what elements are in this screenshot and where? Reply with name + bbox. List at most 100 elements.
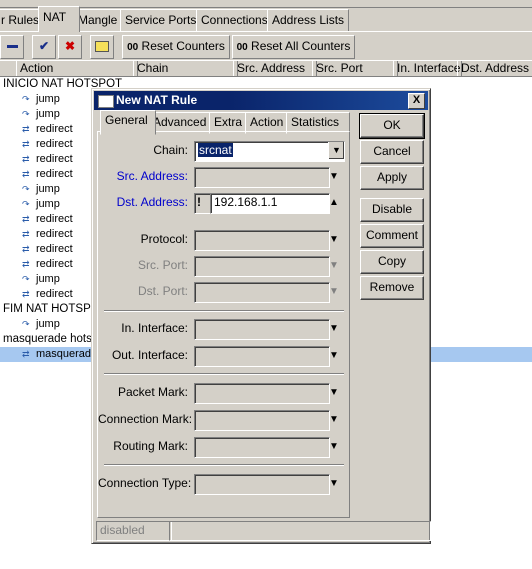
jump-icon: ↷ [22,274,30,284]
dst-address-input[interactable]: 192.168.1.1 [210,193,330,214]
ok-button[interactable]: OK [359,113,425,139]
divider [104,464,344,466]
expand-down-icon[interactable]: ▼ [328,383,340,402]
counter-icon: 00 [236,42,248,53]
row-action: jump [36,198,60,210]
column-src-address[interactable]: Src. Address [233,61,317,76]
collapse-up-icon[interactable]: ▲ [328,193,340,212]
src-port-input [194,256,330,277]
connection-type-input[interactable] [194,474,330,495]
tab-general[interactable]: General [100,110,156,135]
protocol-input[interactable] [194,230,330,251]
expand-down-icon[interactable]: ▼ [328,410,340,429]
src-port-label: Src. Port: [137,258,188,272]
dialog-title-bar[interactable]: New NAT Rule X [94,91,428,110]
redirect-icon: ⇄ [22,289,30,299]
close-icon[interactable]: X [408,93,425,109]
redirect-icon: ⇄ [22,169,30,179]
row-action: redirect [36,153,73,165]
comment-rule-button[interactable]: Comment [360,224,424,248]
toolbar: ✔ ✖ 00 Reset Counters 00 Reset All Count… [0,31,532,60]
column-chain[interactable]: Chain [133,61,238,76]
disable-rule-button[interactable]: Disable [360,198,424,222]
comment-button[interactable] [90,35,114,59]
row-comment: FIM NAT HOTSPO [3,303,100,315]
in-interface-input[interactable] [194,319,330,340]
row-action: redirect [36,138,73,150]
redirect-icon: ⇄ [22,154,30,164]
jump-icon: ↷ [22,319,30,329]
counter-icon: 00 [127,42,139,53]
redirect-icon: ⇄ [22,229,30,239]
reset-counters-label: Reset Counters [141,39,225,53]
remove-rule-button[interactable] [0,35,24,59]
column-dst-address[interactable]: Dst. Address [457,61,532,76]
out-interface-input[interactable] [194,346,330,367]
minus-icon [6,45,18,49]
row-action: jump [36,108,60,120]
rules-table-header: Action Chain Src. Address Src. Port In. … [0,61,532,77]
expand-down-icon[interactable]: ▼ [328,346,340,365]
redirect-icon: ⇄ [22,349,30,359]
apply-button[interactable]: Apply [360,166,424,190]
column-action[interactable]: Action [16,61,138,76]
status-field [169,521,431,541]
reset-all-counters-label: Reset All Counters [251,39,351,53]
redirect-icon: ⇄ [22,259,30,269]
tab-nat[interactable]: NAT [38,6,80,32]
row-action: redirect [36,228,73,240]
row-action: masquerade [36,348,98,360]
row-action: redirect [36,168,73,180]
routing-mark-input[interactable] [194,437,330,458]
column-in-interface[interactable]: In. Interface [393,61,462,76]
expand-down-icon[interactable]: ▼ [328,474,340,493]
dialog-title: New NAT Rule [116,93,198,107]
copy-button[interactable]: Copy [360,250,424,274]
expand-down-icon[interactable]: ▼ [328,437,340,456]
expand-down-icon[interactable]: ▼ [328,167,340,186]
connection-mark-input[interactable] [194,410,330,431]
window-icon [98,95,114,108]
src-address-input[interactable] [194,167,330,188]
redirect-icon: ⇄ [22,214,30,224]
expand-down-icon[interactable]: ▼ [328,319,340,338]
protocol-label: Protocol: [140,232,188,246]
remove-button[interactable]: Remove [360,276,424,300]
chevron-down-icon[interactable]: ▼ [328,142,344,159]
enable-button[interactable]: ✔ [32,35,56,59]
row-action: jump [36,183,60,195]
jump-icon: ↷ [22,199,30,209]
reset-all-counters-button[interactable]: 00 Reset All Counters [232,35,355,59]
cancel-button[interactable]: Cancel [360,140,424,164]
disable-button[interactable]: ✖ [58,35,82,59]
row-action: jump [36,93,60,105]
dst-address-label[interactable]: Dst. Address: [98,193,188,212]
row-action: redirect [36,288,73,300]
tab-connections[interactable]: Connections [196,9,275,31]
divider [104,310,344,312]
redirect-icon: ⇄ [22,244,30,254]
row-action: redirect [36,243,73,255]
divider [104,373,344,375]
packet-mark-input[interactable] [194,383,330,404]
tab-service-ports[interactable]: Service Ports [120,9,204,31]
routing-mark-label: Routing Mark: [113,439,188,453]
expand-down-icon: ▼ [329,286,339,297]
chain-value: srcnat [198,143,233,157]
jump-icon: ↷ [22,109,30,119]
reset-counters-button[interactable]: 00 Reset Counters [122,35,230,59]
row-comment: masquerade hotsp [3,333,99,345]
row-action: redirect [36,213,73,225]
jump-icon: ↷ [22,184,30,194]
redirect-icon: ⇄ [22,139,30,149]
column-src-port[interactable]: Src. Port [312,61,398,76]
chain-select[interactable]: srcnat ▼ [194,141,345,162]
jump-icon: ↷ [22,94,30,104]
tab-address-lists[interactable]: Address Lists [267,9,349,31]
row-action: redirect [36,123,73,135]
in-interface-label: In. Interface: [121,321,188,335]
src-address-label[interactable]: Src. Address: [98,167,188,186]
expand-down-icon[interactable]: ▼ [328,230,340,249]
checkmark-icon: ✔ [38,39,50,53]
chain-label: Chain: [153,143,188,157]
